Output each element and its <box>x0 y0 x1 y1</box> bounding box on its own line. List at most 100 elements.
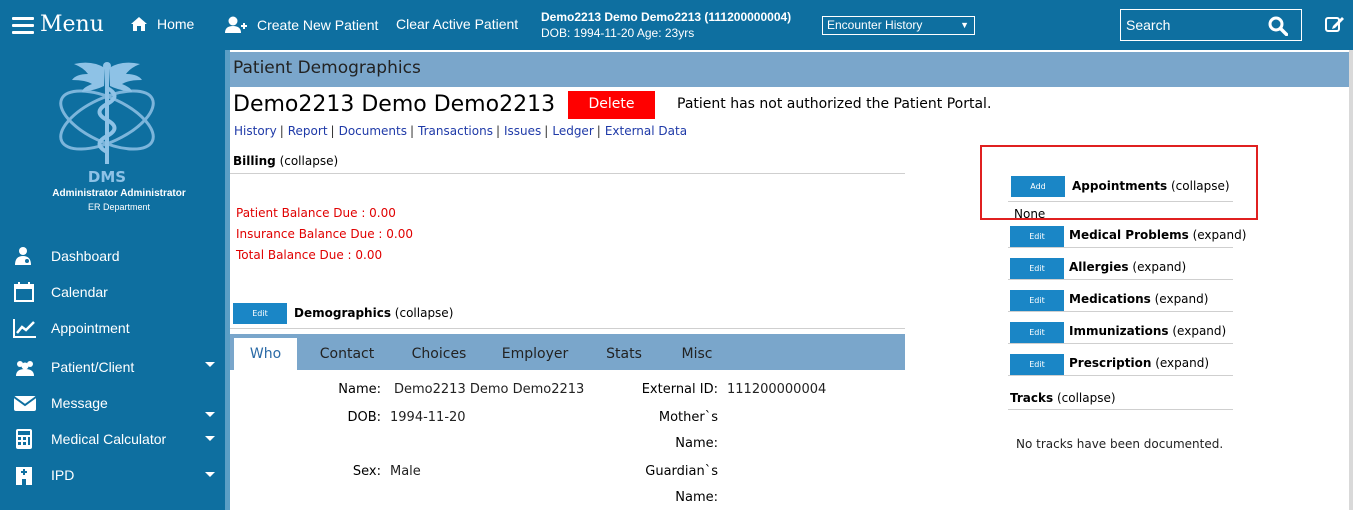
sidebar-item-label: IPD <box>51 467 75 483</box>
encounter-history-value: Encounter History <box>827 18 923 32</box>
documents-link[interactable]: Documents <box>339 124 407 138</box>
sidebar-item-message[interactable]: Message <box>13 393 108 413</box>
divider <box>1008 279 1233 280</box>
scrollbar[interactable] <box>1349 50 1353 510</box>
prescription-edit-button[interactable]: Edit <box>1010 354 1064 375</box>
doctor-icon <box>15 247 31 265</box>
chevron-down-icon <box>205 472 215 477</box>
demographics-section-title: Demographics (collapse) <box>294 306 454 320</box>
ledger-link[interactable]: Ledger <box>552 124 593 138</box>
sidebar: DMS Administrator Administrator ER Depar… <box>0 50 228 510</box>
medications-edit-button[interactable]: Edit <box>1010 290 1064 311</box>
tab-contact[interactable]: Contact <box>314 338 380 370</box>
home-label: Home <box>157 16 195 32</box>
sidebar-item-label: Dashboard <box>51 248 120 264</box>
sidebar-item-label: Medical Calculator <box>51 431 167 447</box>
tab-stats[interactable]: Stats <box>600 338 648 370</box>
appointments-collapse-toggle[interactable]: (collapse) <box>1171 179 1230 193</box>
tab-choices[interactable]: Choices <box>406 338 472 370</box>
medications-title: Medications (expand) <box>1069 292 1209 306</box>
immunizations-expand-toggle[interactable]: (expand) <box>1172 324 1226 338</box>
external-data-link[interactable]: External Data <box>605 124 687 138</box>
appointments-add-button[interactable]: Add <box>1011 176 1065 197</box>
billing-section-title: Billing (collapse) <box>233 154 339 168</box>
medical-problems-title: Medical Problems (expand) <box>1069 228 1247 242</box>
patient-balance: Patient Balance Due : 0.00 <box>236 206 396 220</box>
chevron-down-icon <box>205 362 215 367</box>
dob-label: DOB: <box>347 410 381 425</box>
tracks-collapse-toggle[interactable]: (collapse) <box>1057 391 1116 405</box>
tracks-content: No tracks have been documented. <box>1016 437 1224 451</box>
home-icon <box>131 17 147 31</box>
sidebar-item-medical-calculator[interactable]: Medical Calculator <box>13 429 166 449</box>
search-input[interactable]: Search <box>1120 9 1302 41</box>
name-label: Name: <box>338 382 381 397</box>
divider <box>1008 247 1233 248</box>
sidebar-item-label: Calendar <box>51 284 108 300</box>
medications-expand-toggle[interactable]: (expand) <box>1155 292 1209 306</box>
divider <box>1008 311 1233 312</box>
active-patient-name: Demo2213 Demo Demo2213 (111200000004) <box>541 10 792 24</box>
svg-text:DMS: DMS <box>88 168 126 186</box>
dob-value: 1994-11-20 <box>390 410 466 425</box>
calculator-icon <box>16 429 32 449</box>
page-title: Patient Demographics <box>230 52 1349 87</box>
calendar-icon <box>14 282 34 302</box>
sidebar-item-ipd[interactable]: IPD <box>13 465 74 485</box>
sidebar-item-appointment[interactable]: Appointment <box>13 318 130 338</box>
demographics-tabs: Who Contact Choices Employer Stats Misc <box>230 334 905 370</box>
encounter-history-select[interactable]: Encounter History ▼ <box>822 16 975 35</box>
create-patient-link[interactable]: Create New Patient <box>224 16 378 34</box>
divider <box>1008 201 1233 202</box>
total-balance: Total Balance Due : 0.00 <box>236 248 383 262</box>
top-navbar: Menu Home Create New Patient Clear Activ… <box>0 0 1353 50</box>
demographics-edit-button[interactable]: Edit <box>233 303 287 324</box>
insurance-balance: Insurance Balance Due : 0.00 <box>236 227 413 241</box>
sidebar-item-patient-client[interactable]: Patient/Client <box>13 357 134 377</box>
chevron-down-icon <box>205 412 215 417</box>
edit-icon[interactable] <box>1325 15 1345 33</box>
appointments-content: None <box>1014 207 1046 221</box>
search-icon[interactable] <box>1268 16 1288 36</box>
billing-collapse-toggle[interactable]: (collapse) <box>280 154 339 168</box>
sidebar-item-label: Appointment <box>51 320 130 336</box>
immunizations-title: Immunizations (expand) <box>1069 324 1227 338</box>
tab-employer[interactable]: Employer <box>497 338 573 370</box>
clear-patient-link[interactable]: Clear Active Patient <box>396 16 518 32</box>
immunizations-edit-button[interactable]: Edit <box>1010 322 1064 343</box>
allergies-edit-button[interactable]: Edit <box>1010 258 1064 279</box>
hamburger-icon <box>12 16 34 34</box>
prescription-expand-toggle[interactable]: (expand) <box>1155 356 1209 370</box>
chart-line-icon <box>13 319 36 338</box>
sidebar-item-label: Patient/Client <box>51 359 135 375</box>
tracks-title: Tracks (collapse) <box>1010 391 1116 405</box>
divider <box>1008 375 1233 376</box>
delete-button[interactable]: Delete <box>568 91 655 119</box>
clear-patient-label: Clear Active Patient <box>396 16 519 32</box>
tab-who[interactable]: Who <box>234 338 297 370</box>
name-value: Demo2213 Demo Demo2213 <box>394 382 585 397</box>
sex-label: Sex: <box>352 464 381 479</box>
sidebar-divider <box>225 50 230 510</box>
home-link[interactable]: Home <box>130 16 194 32</box>
report-link[interactable]: Report <box>288 124 328 138</box>
menu-toggle[interactable]: Menu <box>12 12 104 37</box>
external-id-label: External ID: <box>641 382 718 397</box>
divider <box>230 173 905 174</box>
sidebar-item-dashboard[interactable]: Dashboard <box>13 246 120 266</box>
tab-misc[interactable]: Misc <box>674 338 720 370</box>
patient-name-heading: Demo2213 Demo Demo2213 <box>233 92 556 117</box>
demographics-collapse-toggle[interactable]: (collapse) <box>395 306 454 320</box>
sidebar-item-calendar[interactable]: Calendar <box>13 282 108 302</box>
menu-label: Menu <box>40 12 104 37</box>
history-link[interactable]: History <box>234 124 277 138</box>
create-patient-label: Create New Patient <box>257 17 379 33</box>
patient-links: History | Report | Documents | Transactions | Is… <box>234 124 688 138</box>
allergies-expand-toggle[interactable]: (expand) <box>1132 260 1186 274</box>
medical-problems-expand-toggle[interactable]: (expand) <box>1193 228 1247 242</box>
medical-problems-edit-button[interactable]: Edit <box>1010 226 1064 247</box>
prescription-title: Prescription (expand) <box>1069 356 1210 370</box>
issues-link[interactable]: Issues <box>504 124 541 138</box>
user-plus-icon <box>225 16 247 33</box>
transactions-link[interactable]: Transactions <box>418 124 493 138</box>
